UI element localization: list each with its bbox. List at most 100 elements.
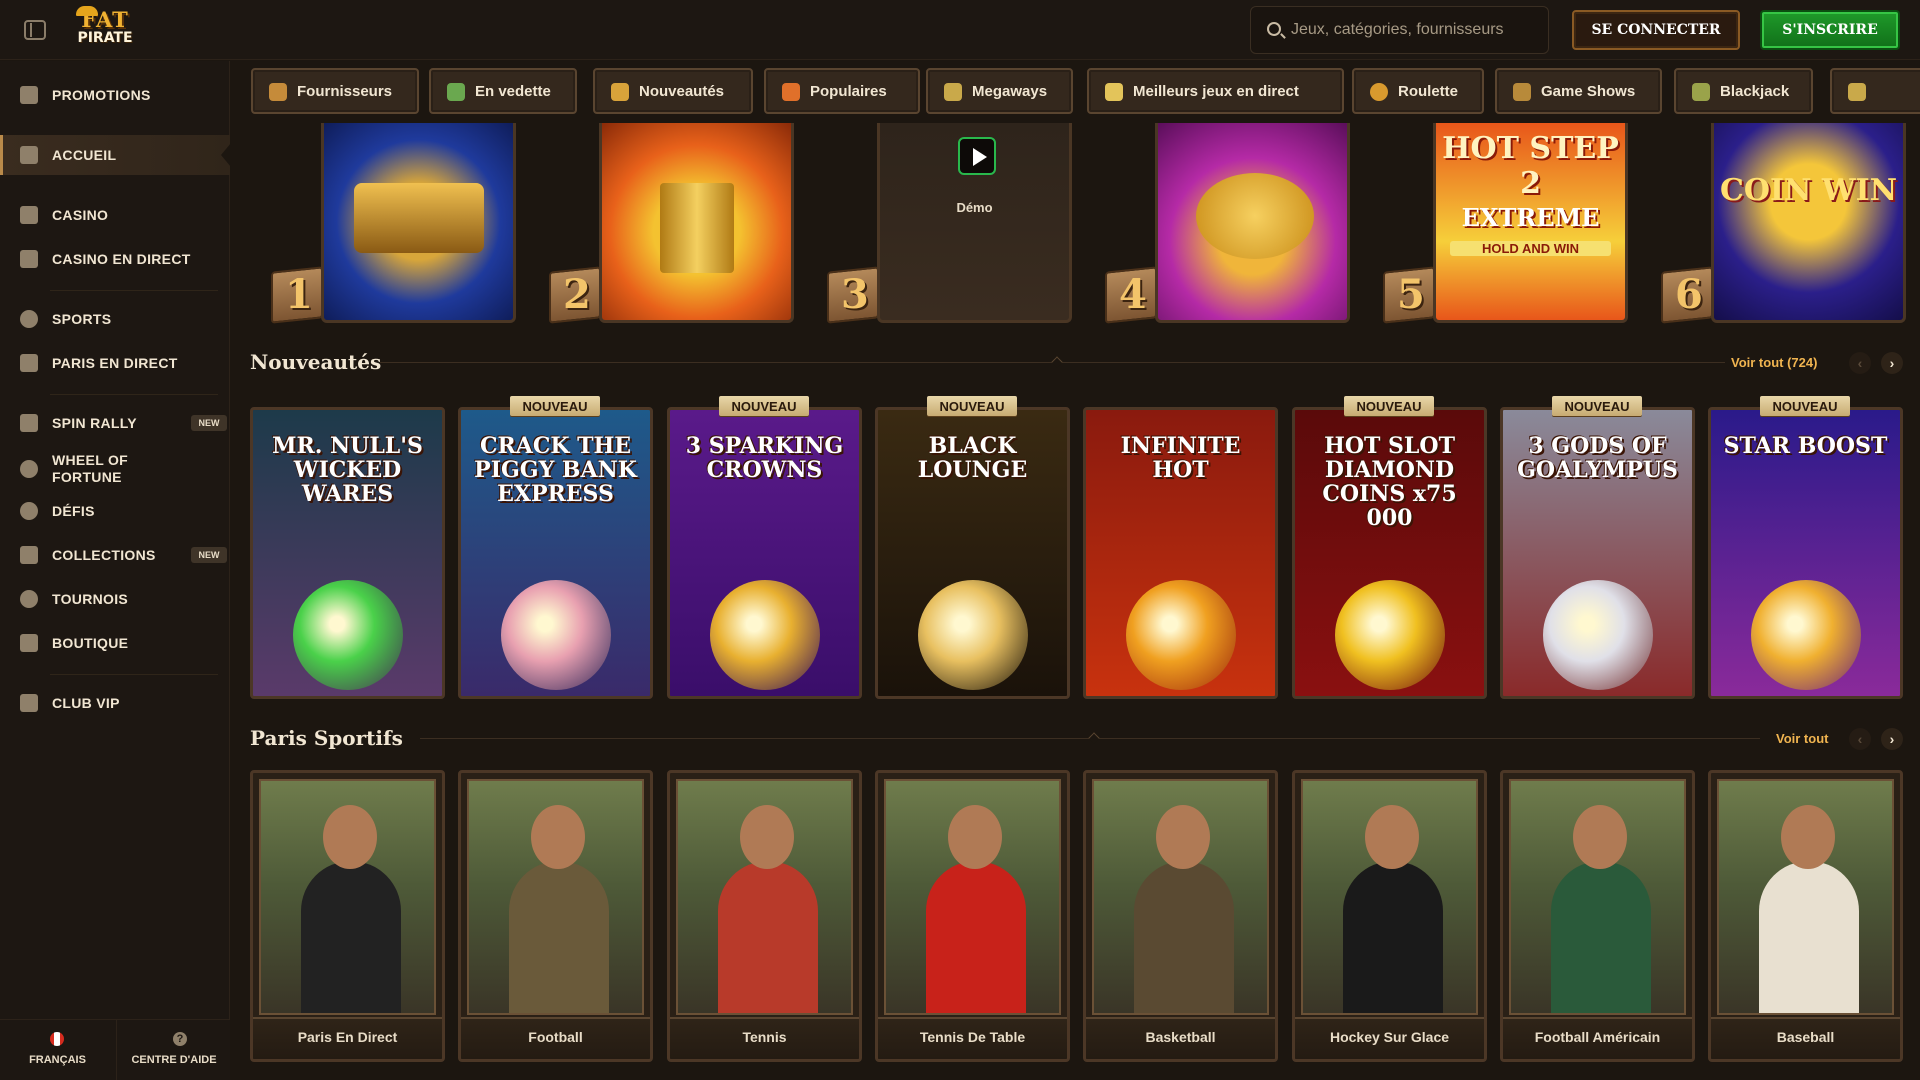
sidebar-item-tournois[interactable]: TOURNOIS bbox=[0, 579, 230, 619]
sport-label: Basketball bbox=[1145, 1029, 1216, 1045]
sport-card[interactable]: Baseball bbox=[1708, 770, 1903, 1062]
language-selector[interactable]: FRANÇAIS bbox=[0, 1020, 115, 1080]
sport-card[interactable]: Hockey Sur Glace bbox=[1292, 770, 1487, 1062]
new-game-card[interactable]: HOT SLOT DIAMOND COINS x75 000 bbox=[1292, 407, 1487, 699]
new-game-card[interactable]: CRACK THE PIGGY BANK EXPRESS bbox=[458, 407, 653, 699]
search-input[interactable] bbox=[1291, 7, 1541, 53]
sidebar-toggle-icon[interactable] bbox=[24, 20, 46, 40]
tab-populaires[interactable]: Populaires bbox=[764, 68, 920, 114]
top-header: FAT PIRATE SE CONNECTER S'INSCRIRE bbox=[0, 0, 1920, 60]
new-icon bbox=[611, 83, 629, 101]
sidebar-item-wheel-of-fortune[interactable]: WHEEL OF FORTUNE bbox=[0, 447, 230, 491]
sidebar-item-casino-en-direct[interactable]: CASINO EN DIRECT bbox=[0, 239, 230, 279]
logo-line-2: PIRATE bbox=[77, 30, 133, 46]
new-ribbon-badge: NOUVEAU bbox=[1552, 396, 1642, 416]
sidebar-item-defis[interactable]: DÉFIS bbox=[0, 491, 230, 531]
game-title: COIN WIN bbox=[1719, 173, 1898, 208]
section-divider bbox=[380, 362, 1725, 363]
sport-card[interactable]: Football Américain bbox=[1500, 770, 1695, 1062]
rank-badge: 6 bbox=[1655, 263, 1717, 325]
tab-en-vedette[interactable]: En vedette bbox=[429, 68, 577, 114]
sport-label: Baseball bbox=[1776, 1029, 1835, 1045]
sidebar-item-label: PROMOTIONS bbox=[52, 86, 151, 103]
sidebar-item-boutique[interactable]: BOUTIQUE bbox=[0, 623, 230, 663]
canada-flag-icon bbox=[50, 1032, 64, 1046]
more-category-icon bbox=[1848, 83, 1866, 101]
tab-nouveautes[interactable]: Nouveautés bbox=[593, 68, 753, 114]
sport-label: Paris En Direct bbox=[297, 1029, 398, 1045]
fat-pirate-logo[interactable]: FAT PIRATE bbox=[64, 6, 146, 50]
tab-roulette[interactable]: Roulette bbox=[1352, 68, 1484, 114]
sports-prev-arrow-icon[interactable]: ‹ bbox=[1849, 728, 1871, 750]
sport-card[interactable]: Football bbox=[458, 770, 653, 1062]
new-game-card[interactable]: MR. NULL'S WICKED WARES bbox=[250, 407, 445, 699]
sports-next-arrow-icon[interactable]: › bbox=[1881, 728, 1903, 750]
search-box[interactable] bbox=[1250, 6, 1549, 54]
roulette-icon bbox=[1370, 83, 1388, 101]
sport-card[interactable]: Tennis bbox=[667, 770, 862, 1062]
sports-see-all-link[interactable]: Voir tout bbox=[1776, 731, 1828, 746]
tab-blackjack[interactable]: Blackjack bbox=[1674, 68, 1813, 114]
tab-label: Roulette bbox=[1398, 82, 1458, 100]
sport-illustration bbox=[676, 779, 853, 1015]
sidebar-item-spin-rally[interactable]: SPIN RALLY NEW bbox=[0, 403, 230, 443]
rank-badge: 4 bbox=[1099, 263, 1161, 325]
tab-more[interactable] bbox=[1830, 68, 1920, 114]
new-games-next-arrow-icon[interactable]: › bbox=[1881, 352, 1903, 374]
signup-button[interactable]: S'INSCRIRE bbox=[1760, 10, 1900, 50]
new-games-prev-arrow-icon[interactable]: ‹ bbox=[1849, 352, 1871, 374]
sidebar-item-club-vip[interactable]: CLUB VIP bbox=[0, 683, 230, 723]
tab-meilleurs-jeux-en-direct[interactable]: Meilleurs jeux en direct bbox=[1087, 68, 1344, 114]
sport-label: Football Américain bbox=[1534, 1029, 1661, 1045]
sidebar-item-promotions[interactable]: PROMOTIONS bbox=[0, 75, 230, 115]
tab-megaways[interactable]: Megaways bbox=[926, 68, 1073, 114]
top-game-card[interactable]: HOT STEP 2 EXTREME HOLD AND WIN bbox=[1433, 123, 1628, 323]
new-game-card[interactable]: STAR BOOST bbox=[1708, 407, 1903, 699]
sport-card[interactable]: Paris En Direct bbox=[250, 770, 445, 1062]
tab-game-shows[interactable]: Game Shows bbox=[1495, 68, 1662, 114]
game-title: CRACK THE PIGGY BANK EXPRESS bbox=[474, 433, 637, 507]
new-game-card[interactable]: BLACK LOUNGE bbox=[875, 407, 1070, 699]
play-icon[interactable] bbox=[958, 137, 996, 175]
sidebar-divider bbox=[50, 674, 218, 675]
tab-label: Meilleurs jeux en direct bbox=[1133, 82, 1299, 100]
megaways-icon bbox=[944, 83, 962, 101]
tab-fournisseurs[interactable]: Fournisseurs bbox=[251, 68, 419, 114]
game-tagline: HOLD AND WIN bbox=[1450, 241, 1611, 256]
sport-card[interactable]: Basketball bbox=[1083, 770, 1278, 1062]
sidebar-item-collections[interactable]: COLLECTIONS NEW bbox=[0, 535, 230, 575]
game-subtitle: EXTREME bbox=[1461, 203, 1600, 232]
login-button[interactable]: SE CONNECTER bbox=[1572, 10, 1740, 50]
sidebar-item-accueil[interactable]: ACCUEIL bbox=[0, 135, 231, 175]
game-art bbox=[1125, 580, 1236, 690]
new-game-card[interactable]: 3 SPARKING CROWNS bbox=[667, 407, 862, 699]
rank-badge: 3 bbox=[821, 263, 883, 325]
player-figure bbox=[301, 861, 401, 1013]
live-casino-icon bbox=[20, 250, 38, 268]
top-game-card[interactable] bbox=[1155, 123, 1350, 323]
player-figure bbox=[1134, 861, 1234, 1013]
player-head bbox=[948, 805, 1002, 869]
top-game-card[interactable]: COIN WIN bbox=[1711, 123, 1906, 323]
top-game-card[interactable] bbox=[321, 123, 516, 323]
game-title: STAR BOOST bbox=[1723, 433, 1888, 459]
new-games-see-all-link[interactable]: Voir tout (724) bbox=[1731, 355, 1817, 370]
new-game-card[interactable]: INFINITE HOT bbox=[1083, 407, 1278, 699]
sidebar-item-label: COLLECTIONS bbox=[52, 546, 156, 563]
golden-book-art bbox=[660, 183, 734, 273]
sidebar-item-casino[interactable]: CASINO bbox=[0, 195, 230, 235]
sport-card[interactable]: Tennis De Table bbox=[875, 770, 1070, 1062]
help-icon: ? bbox=[173, 1032, 187, 1046]
game-art bbox=[292, 580, 403, 690]
top-game-card[interactable]: Démo bbox=[877, 123, 1072, 323]
sidebar-item-sports[interactable]: SPORTS bbox=[0, 299, 230, 339]
top-game-card[interactable] bbox=[599, 123, 794, 323]
help-center-label: CENTRE D'AIDE bbox=[131, 1054, 217, 1066]
game-art bbox=[917, 580, 1028, 690]
demo-label[interactable]: Démo bbox=[880, 200, 1069, 215]
help-center-button[interactable]: ? CENTRE D'AIDE bbox=[116, 1020, 230, 1080]
sidebar-item-paris-en-direct[interactable]: PARIS EN DIRECT bbox=[0, 343, 230, 383]
new-game-card[interactable]: 3 GODS OF GOALYMPUS bbox=[1500, 407, 1695, 699]
sport-illustration bbox=[1301, 779, 1478, 1015]
tab-label: Blackjack bbox=[1720, 82, 1790, 100]
